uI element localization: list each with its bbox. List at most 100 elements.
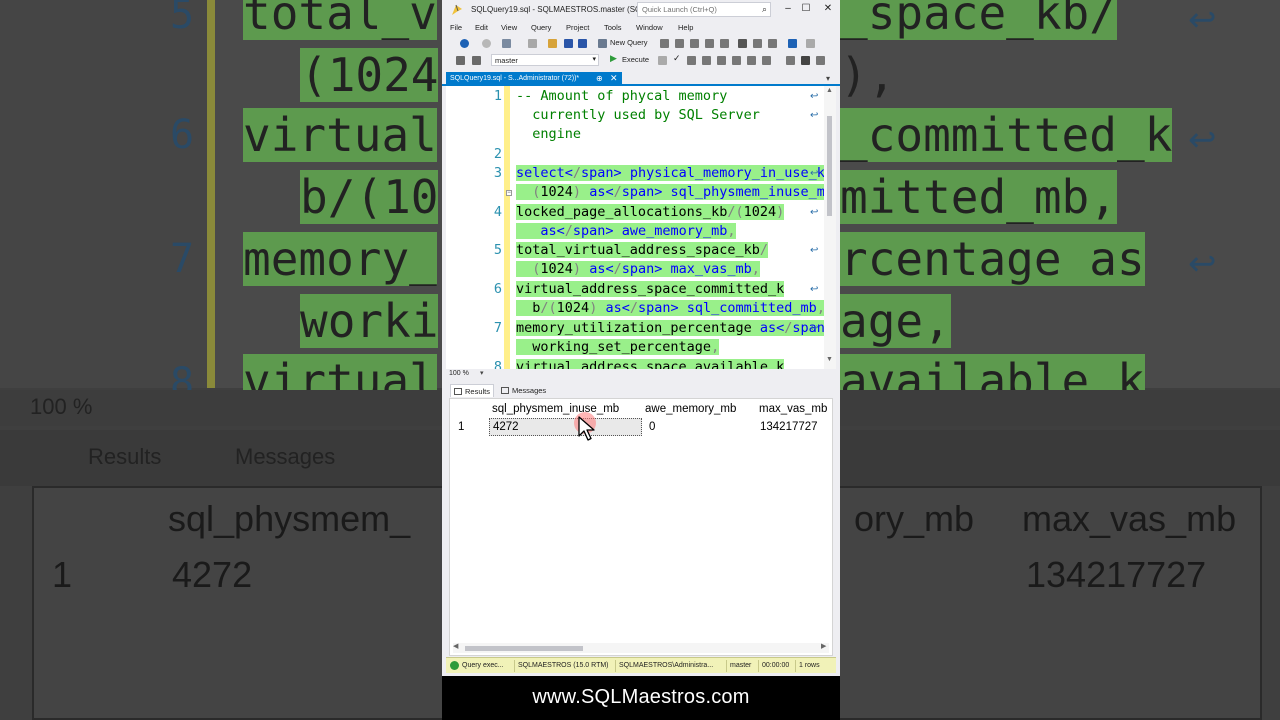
actual-plan-icon[interactable] — [732, 56, 741, 65]
ssms-app-icon — [452, 4, 462, 15]
menu-view[interactable]: View — [501, 23, 517, 32]
results-tab-strip: Results Messages — [446, 382, 836, 398]
table-cell[interactable]: 0 — [649, 421, 655, 433]
column-header[interactable]: max_vas_mb — [759, 403, 827, 415]
bg-code-line: _space_kb/ — [840, 0, 1117, 40]
menu-tools[interactable]: Tools — [604, 23, 622, 32]
line-number: 4 — [493, 204, 502, 220]
forward-icon[interactable] — [482, 39, 491, 48]
word-wrap-icon: ↩ — [810, 245, 819, 256]
title-bar: SQLQuery19.sql - SQLMAESTROS.master (SQ.… — [442, 0, 840, 20]
close-tab-icon[interactable]: ✕ — [610, 73, 618, 84]
grid-horizontal-scrollbar[interactable]: ◀ ▶ — [453, 643, 829, 653]
login-name: SQLMAESTROS\Administra... — [619, 662, 714, 669]
display-plan-icon[interactable] — [687, 56, 696, 65]
scroll-up-icon[interactable]: ▲ — [826, 87, 833, 94]
parse-icon[interactable]: ✓ — [673, 53, 681, 64]
cancel-query-icon[interactable] — [658, 56, 667, 65]
scrollbar-thumb[interactable] — [827, 116, 832, 216]
save-icon[interactable] — [564, 39, 573, 48]
window-title: SQLQuery19.sql - SQLMAESTROS.master (SQ.… — [471, 5, 648, 14]
minimize-button[interactable]: – — [780, 3, 796, 14]
results-to-file-icon[interactable] — [816, 56, 825, 65]
dax-query-icon[interactable] — [720, 39, 729, 48]
code-line: b/(1024) as</span> sql_committed_mb, — [516, 300, 825, 316]
quick-launch-input[interactable]: Quick Launch (Ctrl+Q) ⌕ — [637, 2, 771, 17]
bg-wrap-glyph-icon: ↩ — [1188, 121, 1217, 159]
change-connection-icon[interactable] — [456, 56, 465, 65]
xmla-query-icon[interactable] — [705, 39, 714, 48]
pin-icon[interactable]: ⊕ — [596, 74, 603, 83]
line-number: 1 — [493, 88, 502, 104]
paste-icon[interactable] — [768, 39, 777, 48]
new-query-icon[interactable] — [598, 39, 607, 48]
line-number: 5 — [493, 242, 502, 258]
grid-icon — [454, 388, 462, 395]
new-project-icon[interactable] — [502, 39, 511, 48]
scroll-down-icon[interactable]: ▼ — [826, 356, 833, 363]
undo-icon[interactable] — [788, 39, 797, 48]
menu-project[interactable]: Project — [566, 23, 589, 32]
bg-code-line: (1024 — [300, 48, 439, 102]
menu-window[interactable]: Window — [636, 23, 663, 32]
code-line: select</span> physical_memory_in_use_kb/ — [516, 165, 836, 181]
cut-icon[interactable] — [738, 39, 747, 48]
chevron-down-icon[interactable]: ▾ — [480, 369, 484, 377]
bg-code-line: b/(10 — [300, 170, 439, 224]
scrollbar-thumb[interactable] — [465, 646, 583, 651]
bg-code-line: virtual — [243, 108, 437, 162]
db-engine-query-icon[interactable] — [660, 39, 669, 48]
search-icon: ⌕ — [761, 4, 767, 14]
tab-results[interactable]: Results — [450, 384, 495, 397]
tab-messages[interactable]: Messages — [498, 384, 549, 397]
save-all-icon[interactable] — [578, 39, 587, 48]
outline-collapse-icon[interactable]: − — [506, 190, 512, 196]
column-header[interactable]: awe_memory_mb — [645, 403, 736, 415]
code-line: engine — [516, 126, 582, 142]
code-line: virtual_address_space_committed_k — [516, 281, 785, 297]
results-to-grid-icon[interactable] — [801, 56, 810, 65]
word-wrap-icon: ↩ — [810, 323, 819, 334]
standard-toolbar: New Query — [442, 35, 840, 51]
back-icon[interactable] — [460, 39, 469, 48]
open-file-icon[interactable] — [548, 39, 557, 48]
results-to-text-icon[interactable] — [786, 56, 795, 65]
client-stats-icon[interactable] — [762, 56, 771, 65]
zoom-level[interactable]: 100 % — [449, 370, 469, 377]
scroll-right-icon[interactable]: ▶ — [821, 642, 826, 650]
table-cell[interactable]: 134217727 — [760, 421, 818, 433]
code-line: (1024) as</span> sql_physmem_inuse_mb, — [516, 184, 836, 200]
connect-icon[interactable] — [472, 56, 481, 65]
menu-file[interactable]: File — [450, 23, 462, 32]
close-window-button[interactable]: ✕ — [820, 3, 836, 14]
scroll-left-icon[interactable]: ◀ — [453, 642, 458, 650]
bg-wrap-glyph-icon: ↩ — [1188, 245, 1217, 283]
add-item-icon[interactable] — [528, 39, 537, 48]
row-number[interactable]: 1 — [458, 421, 464, 433]
dmx-query-icon[interactable] — [690, 39, 699, 48]
selection-margin — [446, 86, 452, 369]
new-query-button[interactable]: New Query — [610, 38, 648, 47]
database-select[interactable]: master ▾ — [491, 54, 599, 66]
table-cell[interactable]: 4272 — [493, 421, 519, 433]
menu-query[interactable]: Query — [531, 23, 551, 32]
maximize-button[interactable]: ☐ — [798, 3, 814, 14]
copy-icon[interactable] — [753, 39, 762, 48]
status-database: master — [730, 662, 752, 669]
execute-button[interactable]: Execute — [622, 55, 649, 64]
tab-sqlquery19[interactable]: SQLQuery19.sql - S...Administrator (72))… — [446, 72, 622, 86]
code-line: -- Amount of phycal memory — [516, 88, 728, 104]
query-editor[interactable]: − 1 -- Amount of phycal memory currently… — [446, 86, 836, 369]
menu-help[interactable]: Help — [678, 23, 693, 32]
redo-icon[interactable] — [806, 39, 815, 48]
intellisense-icon[interactable] — [717, 56, 726, 65]
bg-line-number: 5 — [170, 0, 195, 38]
mdx-query-icon[interactable] — [675, 39, 684, 48]
query-options-icon[interactable] — [702, 56, 711, 65]
results-grid[interactable]: sql_physmem_inuse_mb awe_memory_mb max_v… — [449, 398, 833, 656]
menu-edit[interactable]: Edit — [475, 23, 488, 32]
live-stats-icon[interactable] — [747, 56, 756, 65]
bg-code-line: memory_ — [243, 232, 437, 286]
editor-vertical-scrollbar[interactable]: ▲ ▼ — [824, 86, 836, 369]
tab-list-dropdown-icon[interactable]: ▾ — [826, 74, 830, 83]
